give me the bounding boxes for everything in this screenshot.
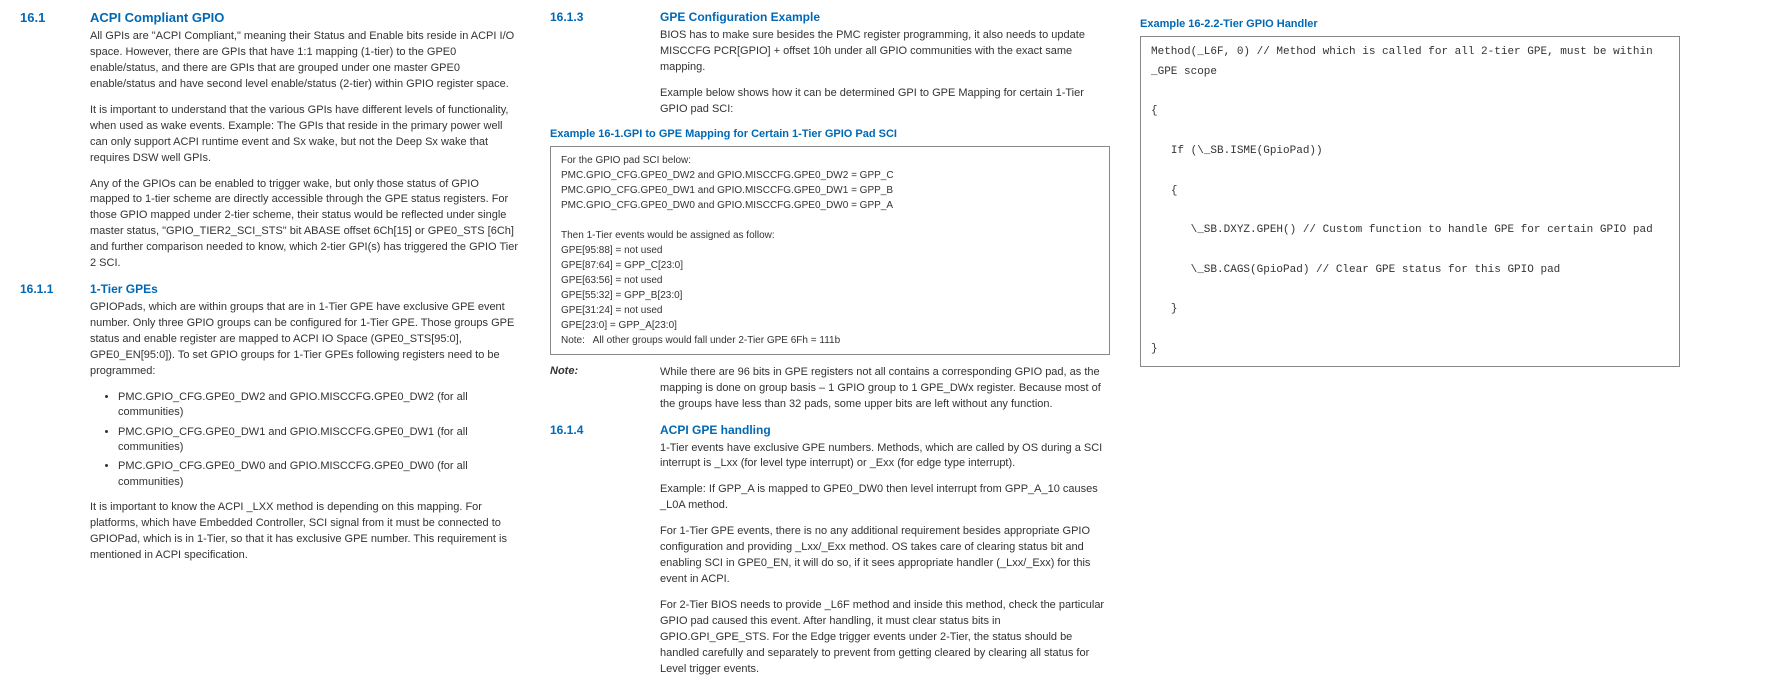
section-number: 16.1 [20,10,90,25]
paragraph: Example: If GPP_A is mapped to GPE0_DW0 … [660,482,1110,514]
note-label: Note: [550,365,660,413]
code-box-example-16-2: Method(_L6F, 0) // Method which is calle… [1140,36,1680,367]
paragraph: GPIOPads, which are within groups that a… [90,300,520,380]
section-16-1-3-header: 16.1.3 GPE Configuration Example [550,10,1110,24]
bullet-list: PMC.GPIO_CFG.GPE0_DW2 and GPIO.MISCCFG.G… [100,390,520,490]
paragraph: All GPIs are "ACPI Compliant," meaning t… [90,29,520,93]
column-1: 16.1 ACPI Compliant GPIO All GPIs are "A… [20,10,520,688]
paragraph: It is important to understand that the v… [90,103,520,167]
example-label: Example 16-2.2-Tier GPIO Handler [1140,18,1680,30]
paragraph: It is important to know the ACPI _LXX me… [90,500,520,564]
note-body: While there are 96 bits in GPE registers… [660,365,1110,413]
paragraph: For 2-Tier BIOS needs to provide _L6F me… [660,598,1110,678]
section-number: 16.1.3 [550,10,660,24]
example-label: Example 16-1.GPI to GPE Mapping for Cert… [550,128,1110,140]
section-number: 16.1.1 [20,282,90,296]
list-item: PMC.GPIO_CFG.GPE0_DW1 and GPIO.MISCCFG.G… [118,425,520,456]
section-16-1-4-header: 16.1.4 ACPI GPE handling [550,423,1110,437]
section-title: ACPI Compliant GPIO [90,10,224,25]
section-number: 16.1.4 [550,423,660,437]
section-title: GPE Configuration Example [660,10,820,24]
column-3: Example 16-2.2-Tier GPIO Handler Method(… [1140,10,1680,688]
paragraph: Example below shows how it can be determ… [660,86,1110,118]
code-box-example-16-1: For the GPIO pad SCI below: PMC.GPIO_CFG… [550,146,1110,355]
section-16-1-header: 16.1 ACPI Compliant GPIO [20,10,520,25]
section-title: 1-Tier GPEs [90,282,158,296]
list-item: PMC.GPIO_CFG.GPE0_DW0 and GPIO.MISCCFG.G… [118,459,520,490]
paragraph: Any of the GPIOs can be enabled to trigg… [90,177,520,273]
section-16-1-1-header: 16.1.1 1-Tier GPEs [20,282,520,296]
paragraph: 1-Tier events have exclusive GPE numbers… [660,441,1110,473]
paragraph: BIOS has to make sure besides the PMC re… [660,28,1110,76]
column-2: 16.1.3 GPE Configuration Example BIOS ha… [550,10,1110,688]
section-title: ACPI GPE handling [660,423,771,437]
note-row: Note: While there are 96 bits in GPE reg… [550,365,1110,413]
paragraph: For 1-Tier GPE events, there is no any a… [660,524,1110,588]
list-item: PMC.GPIO_CFG.GPE0_DW2 and GPIO.MISCCFG.G… [118,390,520,421]
